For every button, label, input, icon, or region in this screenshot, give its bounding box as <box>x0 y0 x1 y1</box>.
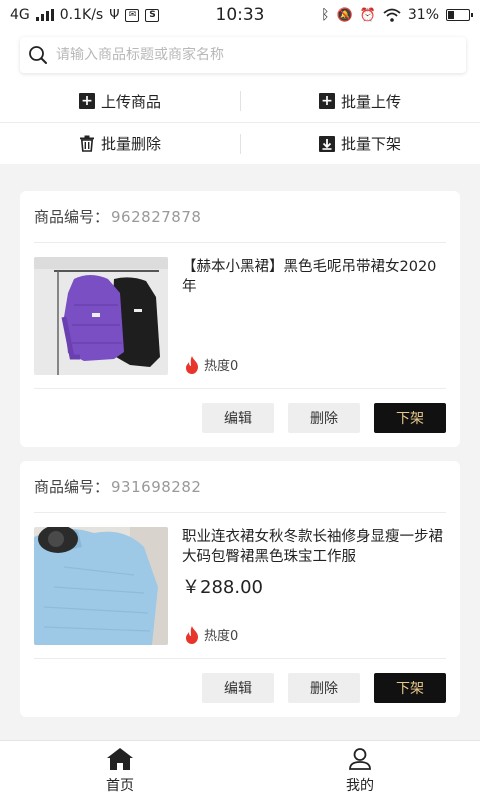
tab-home[interactable]: 首页 <box>0 741 240 800</box>
product-id-label: 商品编号： <box>34 208 110 226</box>
batch-delete-label: 批量删除 <box>100 135 161 153</box>
mute-icon: 🔕 <box>336 7 353 23</box>
heat-label: 热度0 <box>204 629 239 644</box>
plus-icon: + <box>318 93 335 109</box>
batch-unlist-button[interactable]: 批量下架 <box>240 123 480 164</box>
product-card: 商品编号： 931698282 职业连衣裙女秋冬款长袖修身显瘦一步裙大码包臀裙黑… <box>20 461 460 717</box>
flame-icon <box>186 625 198 644</box>
product-info: 【赫本小黑裙】黑色毛呢吊带裙女2020年 热度0 <box>182 257 446 374</box>
trash-icon <box>79 135 94 152</box>
signal-icon <box>35 9 54 21</box>
status-bar: 4G 0.1K/s Ψ ✉ S 10:33 ᛒ 🔕 ⏰ 31% <box>0 0 480 30</box>
wechat-notification-icon: ✉ <box>125 8 140 22</box>
network-type: 4G <box>10 7 30 23</box>
product-heat: 热度0 <box>184 355 238 374</box>
usb-icon: Ψ <box>109 7 120 23</box>
product-heat: 热度0 <box>184 625 238 644</box>
product-title: 职业连衣裙女秋冬款长袖修身显瘦一步裙大码包臀裙黑色珠宝工作服 <box>182 529 443 565</box>
alarm-icon: ⏰ <box>359 7 376 23</box>
status-right: ᛒ 🔕 ⏰ 31% <box>321 7 473 23</box>
batch-upload-label: 批量上传 <box>340 92 401 111</box>
product-info: 职业连衣裙女秋冬款长袖修身显瘦一步裙大码包臀裙黑色珠宝工作服 ￥288.00 热… <box>182 527 446 644</box>
product-id-row: 商品编号： 931698282 <box>34 461 446 513</box>
app-notification-icon: S <box>145 8 160 22</box>
home-icon <box>107 747 133 770</box>
product-actions: 编辑 删除 下架 <box>34 659 446 717</box>
search-icon <box>29 46 47 64</box>
search-input[interactable] <box>56 47 436 63</box>
product-price: ￥288.00 <box>182 577 263 598</box>
batch-delete-button[interactable]: 批量删除 <box>0 123 240 164</box>
product-body[interactable]: 【赫本小黑裙】黑色毛呢吊带裙女2020年 热度0 <box>34 243 446 389</box>
unlist-button[interactable]: 下架 <box>374 403 446 433</box>
edit-button[interactable]: 编辑 <box>202 673 274 703</box>
product-actions: 编辑 删除 下架 <box>34 389 446 447</box>
tab-mine-label: 我的 <box>346 777 374 794</box>
batch-unlist-label: 批量下架 <box>340 135 401 153</box>
flame-icon <box>186 355 198 374</box>
product-card: 商品编号： 962827878 【赫本小黑裙】黑色毛呢吊带裙女2020年 热度0… <box>20 191 460 447</box>
header: + 上传商品 + 批量上传 批量删除 <box>0 30 480 164</box>
product-body[interactable]: 职业连衣裙女秋冬款长袖修身显瘦一步裙大码包臀裙黑色珠宝工作服 ￥288.00 热… <box>34 513 446 659</box>
action-row: 批量删除 批量下架 <box>0 122 480 164</box>
search-bar[interactable] <box>20 37 466 73</box>
edit-button[interactable]: 编辑 <box>202 403 274 433</box>
bottom-nav: 首页 我的 <box>0 740 480 800</box>
upload-product-label: 上传商品 <box>100 92 161 111</box>
product-title: 【赫本小黑裙】黑色毛呢吊带裙女2020年 <box>182 259 437 295</box>
product-image[interactable] <box>34 257 168 375</box>
battery-icon <box>446 9 473 21</box>
tab-mine[interactable]: 我的 <box>240 741 480 800</box>
download-box-icon <box>318 135 335 152</box>
user-icon <box>349 747 371 770</box>
product-id: 931698282 <box>111 477 202 496</box>
upload-product-button[interactable]: + 上传商品 <box>0 80 240 122</box>
product-id-label: 商品编号： <box>34 478 110 496</box>
network-speed: 0.1K/s <box>59 7 104 23</box>
battery-level <box>448 11 455 19</box>
action-row: + 上传商品 + 批量上传 <box>0 80 480 122</box>
product-list[interactable]: 商品编号： 962827878 【赫本小黑裙】黑色毛呢吊带裙女2020年 热度0… <box>0 164 480 740</box>
delete-button[interactable]: 删除 <box>288 673 360 703</box>
product-image[interactable] <box>34 527 168 645</box>
bluetooth-icon: ᛒ <box>321 7 330 23</box>
unlist-button[interactable]: 下架 <box>374 673 446 703</box>
action-grid: + 上传商品 + 批量上传 批量删除 批量下架 <box>0 80 480 164</box>
tab-home-label: 首页 <box>106 777 134 794</box>
delete-button[interactable]: 删除 <box>288 403 360 433</box>
product-id: 962827878 <box>111 207 202 226</box>
product-id-row: 商品编号： 962827878 <box>34 191 446 243</box>
plus-icon: + <box>78 93 95 109</box>
heat-label: 热度0 <box>204 359 239 374</box>
battery-percent: 31% <box>407 7 439 23</box>
status-left: 4G 0.1K/s Ψ ✉ S <box>10 7 200 23</box>
wifi-icon <box>383 8 401 22</box>
batch-upload-button[interactable]: + 批量上传 <box>240 80 480 122</box>
